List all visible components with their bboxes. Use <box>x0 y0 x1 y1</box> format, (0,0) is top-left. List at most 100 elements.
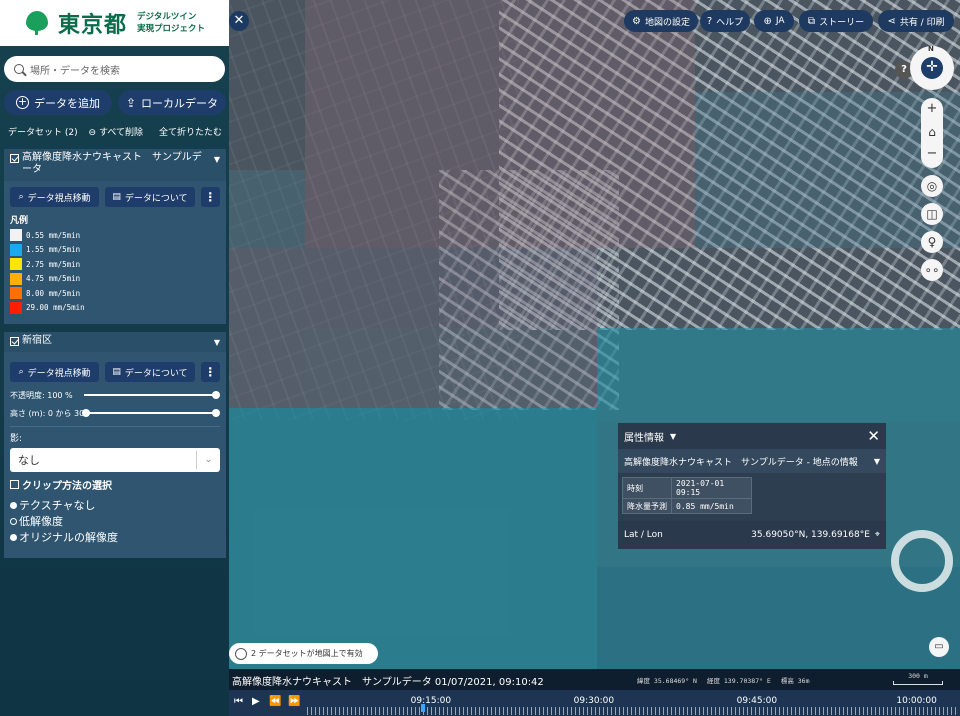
chevron-down-icon[interactable]: ▼ <box>214 337 220 349</box>
search-input[interactable]: 場所・データを検索 <box>4 56 225 82</box>
help-button[interactable]: ? ヘルプ <box>700 10 750 32</box>
play-button[interactable]: ▶ <box>252 696 260 707</box>
timeline-bar: ⏮ ▶ ⏪ ⏩ 09:15:00 09:30:00 09:45:00 10:00:00 <box>229 690 960 716</box>
height-slider-track[interactable] <box>84 412 216 414</box>
feedback-button[interactable]: ▭ <box>929 637 949 657</box>
radio-icon[interactable] <box>10 517 17 525</box>
chevron-down-icon[interactable]: ▼ <box>670 432 676 441</box>
zoom-to-data-button[interactable]: ⌕ データ視点移動 <box>10 187 100 207</box>
dataset-title-row[interactable]: 高解像度降水ナウキャスト サンプルデータ ▼ <box>4 149 226 181</box>
step-back-button[interactable]: ⏪ <box>269 696 281 707</box>
compass-north-label: N <box>928 45 934 53</box>
dataset-actions: ⌕ データ視点移動 ▤ データについて ⋮ <box>4 352 226 386</box>
share-print-button[interactable]: ⋖ 共有 / 印刷 <box>878 10 954 32</box>
latlon-value: 35.69050°N, 139.69168°E <box>751 530 870 540</box>
step-forward-button[interactable]: ⏩ <box>288 696 300 707</box>
dataset-title: 高解像度降水ナウキャスト サンプルデータ <box>22 152 202 175</box>
radio-icon[interactable] <box>10 501 17 509</box>
map-settings-button[interactable]: ⚙ 地図の設定 <box>624 10 698 32</box>
collapse-all-button[interactable]: 全て折りたたむ <box>159 125 222 138</box>
dataset-actions: ⌕ データ視点移動 ▤ データについて ⋮ <box>4 181 226 211</box>
feature-info-panel: 属性情報 ▼ ✕ 高解像度降水ナウキャスト サンプルデータ - 地点の情報 ▼ … <box>618 423 886 549</box>
about-data-button[interactable]: ▤ データについて <box>105 362 195 382</box>
story-button[interactable]: ⧉ ストーリー <box>799 10 873 32</box>
resolution-option[interactable]: 低解像度 <box>4 513 226 529</box>
map-viewport[interactable] <box>229 0 960 716</box>
legend-title: 凡例 <box>10 216 29 226</box>
my-location-button[interactable]: ◎ <box>921 175 943 197</box>
dataset-card-nowcast: 高解像度降水ナウキャスト サンプルデータ ▼ ⌕ データ視点移動 ▤ データにつ… <box>4 149 226 324</box>
resolution-option[interactable]: オリジナルの解像度 <box>4 529 226 545</box>
resolution-options: テクスチャなし低解像度オリジナルの解像度 <box>4 497 226 545</box>
legend-label: 29.00 mm/5min <box>26 303 85 313</box>
clip-method-row[interactable]: クリップ方法の選択 <box>4 476 226 492</box>
opacity-slider-track[interactable] <box>84 394 216 396</box>
clip-method-label: クリップ方法の選択 <box>22 480 112 492</box>
feature-info-source-row[interactable]: 高解像度降水ナウキャスト サンプルデータ - 地点の情報 ▼ <box>618 449 886 473</box>
cursor-coordinates: 緯度 35.68469° N 経度 139.70387° E 標高 36m <box>637 675 810 685</box>
height-slider-min-handle[interactable] <box>82 409 90 417</box>
skip-start-button[interactable]: ⏮ <box>234 696 243 707</box>
timeline-track[interactable]: 09:15:00 09:30:00 09:45:00 10:00:00 <box>307 692 959 715</box>
brand-name: 東京都 <box>58 12 128 38</box>
shadow-selected-value: なし <box>18 454 40 467</box>
pan-crosshair-icon[interactable]: ✛ <box>921 57 943 79</box>
brand-header[interactable]: 東京都 デジタルツイン 実現プロジェクト <box>0 0 229 46</box>
attribute-key: 降水量予測 <box>622 498 672 514</box>
resolution-option-label: 低解像度 <box>19 515 63 528</box>
about-data-button[interactable]: ▤ データについて <box>105 187 195 207</box>
about-data-label: データについて <box>124 193 188 204</box>
status-bar: 高解像度降水ナウキャスト サンプルデータ 01/07/2021, 09:10:4… <box>229 669 960 690</box>
local-data-button[interactable]: ⇪ ローカルデータ <box>118 90 226 115</box>
dataset-title-row[interactable]: 新宿区 ▼ <box>4 332 226 352</box>
remove-all-button[interactable]: ⊖ すべて削除 <box>89 125 143 138</box>
legend-swatch <box>10 301 22 314</box>
opacity-slider-handle[interactable] <box>212 391 220 399</box>
measure-tool-button[interactable]: ∘∘ <box>921 259 943 281</box>
globe-icon: ⊕ <box>763 15 772 27</box>
radio-icon[interactable] <box>10 533 17 541</box>
add-data-button[interactable]: + データを追加 <box>4 90 112 115</box>
zoom-to-data-button[interactable]: ⌕ データ視点移動 <box>10 362 100 382</box>
clip-method-checkbox[interactable] <box>10 479 19 489</box>
height-slider-max-handle[interactable] <box>212 409 220 417</box>
cursor-elevation: 標高 36m <box>780 677 810 685</box>
brand-tagline-line2: 実現プロジェクト <box>137 24 206 34</box>
dataset-visibility-checkbox[interactable] <box>10 154 19 163</box>
local-data-label: ローカルデータ <box>141 96 219 110</box>
compass-control[interactable]: N ✛ <box>910 45 954 90</box>
search-icon <box>14 64 24 74</box>
map-settings-label: 地図の設定 <box>644 17 690 28</box>
share-print-label: 共有 / 印刷 <box>899 17 945 28</box>
share-icon: ⋖ <box>887 15 896 27</box>
close-info-button[interactable]: ✕ <box>867 427 880 445</box>
legend-item: 0.55 mm/5min <box>4 228 226 243</box>
remove-all-label: すべて削除 <box>98 128 143 138</box>
more-options-button[interactable]: ⋮ <box>200 187 220 207</box>
broadcast-icon <box>235 647 247 660</box>
close-panel-button[interactable]: ✕ <box>229 11 249 31</box>
resolution-option-label: オリジナルの解像度 <box>19 531 118 544</box>
height-slider-row: 高さ (m): 0 から 300 <box>4 404 226 422</box>
rain-cell <box>597 328 960 422</box>
resolution-option[interactable]: テクスチャなし <box>4 497 226 513</box>
help-label: ヘルプ <box>716 17 744 28</box>
language-button[interactable]: ⊕ JA <box>754 10 794 32</box>
zoom-out-button[interactable]: − <box>921 144 943 166</box>
map-pin-icon[interactable]: ⌖ <box>875 530 880 540</box>
timeline-tick-label: 09:45:00 <box>736 696 778 706</box>
split-view-button[interactable]: ◫ <box>921 203 943 225</box>
timeline-tick-label: 10:00:00 <box>896 696 937 706</box>
stadium-landmark <box>891 530 953 592</box>
chevron-down-icon[interactable]: ▼ <box>214 154 220 166</box>
home-button[interactable]: ⌂ <box>921 120 943 144</box>
zoom-in-button[interactable]: + <box>921 98 943 120</box>
more-options-button[interactable]: ⋮ <box>200 362 220 382</box>
attribute-row: 時刻 2021-07-01 09:15 <box>622 477 752 499</box>
pedestrian-mode-button[interactable]: ♀ <box>921 231 943 253</box>
dataset-visibility-checkbox[interactable] <box>10 337 19 346</box>
shadow-select[interactable]: なし ⌄ <box>10 448 220 472</box>
minus-circle-icon: ⊖ <box>88 128 97 138</box>
measure-icon: ∘∘ <box>924 263 940 277</box>
legend-item: 4.75 mm/5min <box>4 272 226 287</box>
